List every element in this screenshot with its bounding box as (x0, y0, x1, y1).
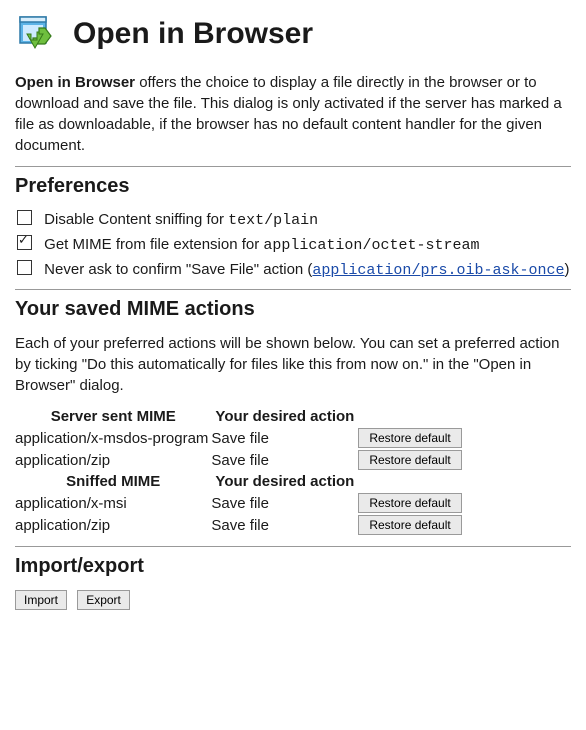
import-export-row: Import Export (15, 590, 571, 610)
divider (15, 166, 571, 167)
checkbox-icon[interactable] (17, 260, 32, 275)
saved-actions-desc: Each of your preferred actions will be s… (15, 333, 571, 396)
restore-default-button[interactable]: Restore default (358, 493, 461, 513)
pref-disable-sniffing[interactable]: Disable Content sniffing for text/plain (15, 210, 571, 229)
import-button[interactable]: Import (15, 590, 67, 610)
import-export-heading: Import/export (15, 555, 571, 578)
col-sniffed-mime: Sniffed MIME (15, 471, 211, 492)
pref-label: Get MIME from file extension for (44, 236, 263, 253)
divider (15, 546, 571, 547)
col-desired-action-2: Your desired action (211, 471, 358, 492)
table-row: application/x-msi Save file Restore defa… (15, 492, 465, 514)
action-cell: Save file (211, 449, 358, 471)
pref-get-mime-ext[interactable]: Get MIME from file extension for applica… (15, 235, 571, 254)
checkbox-icon[interactable] (17, 210, 32, 225)
mime-cell: application/zip (15, 514, 211, 536)
restore-default-button[interactable]: Restore default (358, 428, 461, 448)
col-desired-action: Your desired action (211, 406, 358, 427)
action-cell: Save file (211, 427, 358, 449)
saved-actions-heading: Your saved MIME actions (15, 298, 571, 321)
pref-label: Disable Content sniffing for (44, 211, 228, 228)
table-row: application/zip Save file Restore defaul… (15, 449, 465, 471)
pref-label: Never ask to confirm "Save File" action … (44, 261, 312, 278)
mime-link[interactable]: application/prs.oib-ask-once (312, 262, 564, 279)
page-title: Open in Browser (73, 17, 313, 51)
app-icon (15, 14, 55, 54)
pref-post: ) (564, 261, 569, 278)
col-server-mime: Server sent MIME (15, 406, 211, 427)
mime-cell: application/x-msi (15, 492, 211, 514)
server-mime-table: Server sent MIME Your desired action app… (15, 406, 465, 536)
checkbox-icon[interactable] (17, 235, 32, 250)
intro-strong: Open in Browser (15, 74, 135, 91)
export-button[interactable]: Export (77, 590, 130, 610)
action-cell: Save file (211, 514, 358, 536)
preferences-heading: Preferences (15, 175, 571, 198)
pref-code: application/octet-stream (263, 237, 479, 254)
pref-never-ask[interactable]: Never ask to confirm "Save File" action … (15, 260, 571, 279)
action-cell: Save file (211, 492, 358, 514)
intro-paragraph: Open in Browser offers the choice to dis… (15, 72, 571, 156)
mime-cell: application/x-msdos-program (15, 427, 211, 449)
divider (15, 289, 571, 290)
mime-cell: application/zip (15, 449, 211, 471)
restore-default-button[interactable]: Restore default (358, 450, 461, 470)
table-row: application/x-msdos-program Save file Re… (15, 427, 465, 449)
restore-default-button[interactable]: Restore default (358, 515, 461, 535)
table-row: application/zip Save file Restore defaul… (15, 514, 465, 536)
page-header: Open in Browser (15, 14, 571, 54)
pref-code: text/plain (228, 212, 318, 229)
